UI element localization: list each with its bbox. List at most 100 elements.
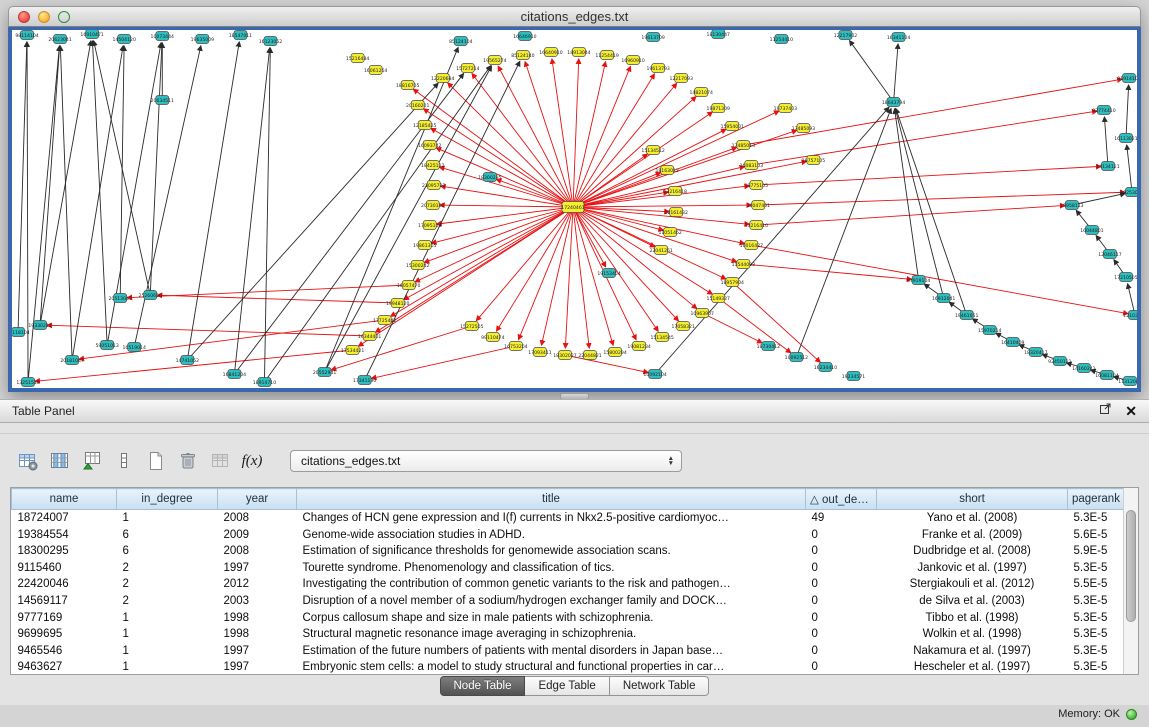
graph-edge[interactable] bbox=[187, 42, 239, 360]
graph-node[interactable]: 17725442 bbox=[373, 316, 396, 325]
graph-edge[interactable] bbox=[525, 62, 573, 207]
graph-node[interactable]: 16519014 bbox=[123, 343, 146, 352]
graph-edge[interactable] bbox=[35, 350, 353, 381]
table-cell[interactable]: 9699695 bbox=[12, 626, 117, 643]
graph-edge[interactable] bbox=[472, 74, 573, 207]
table-cell[interactable]: 9115460 bbox=[12, 560, 117, 577]
graph-node[interactable]: 19861305 bbox=[413, 241, 436, 250]
rename-table-button[interactable] bbox=[208, 448, 232, 474]
table-cell[interactable]: 9465546 bbox=[12, 643, 117, 660]
graph-node[interactable]: 16841204 bbox=[223, 370, 246, 379]
graph-edge[interactable] bbox=[440, 205, 573, 207]
graph-node[interactable]: 17095114 bbox=[418, 221, 441, 230]
table-cell[interactable]: 6 bbox=[117, 527, 218, 544]
table-row[interactable]: 1938455462009Genome-wide association stu… bbox=[12, 527, 1124, 544]
graph-node[interactable]: 20634511 bbox=[151, 96, 174, 105]
graph-node[interactable]: 25260650 bbox=[139, 291, 162, 300]
table-cell[interactable]: 9463627 bbox=[12, 659, 117, 674]
graph-node[interactable]: 22041261 bbox=[649, 246, 672, 255]
graph-node[interactable]: 15727214 bbox=[456, 64, 479, 73]
table-cell[interactable]: de Silva et al. (2003) bbox=[877, 593, 1068, 610]
graph-node[interactable]: 19081234 bbox=[627, 342, 650, 351]
graph-node[interactable]: 18300295 bbox=[478, 173, 501, 182]
graph-edge[interactable] bbox=[565, 207, 573, 348]
table-cell[interactable]: 5.3E-5 bbox=[1068, 626, 1124, 643]
graph-edge[interactable] bbox=[79, 320, 385, 359]
table-cell[interactable]: Investigating the contribution of common… bbox=[297, 576, 806, 593]
table-cell[interactable]: 2008 bbox=[218, 510, 297, 527]
table-cell[interactable]: Embryonic stem cells: a model to study s… bbox=[297, 659, 806, 674]
graph-edge[interactable] bbox=[573, 66, 630, 207]
table-cell[interactable]: 0 bbox=[806, 560, 877, 577]
column-header[interactable]: short bbox=[877, 489, 1068, 510]
graph-edge[interactable] bbox=[264, 48, 270, 382]
graph-node[interactable]: 15970214 bbox=[978, 326, 1001, 335]
table-cell[interactable]: Dudbridge et al. (2008) bbox=[877, 543, 1068, 560]
table-row[interactable]: 977716911998Corpus callosum shape and si… bbox=[12, 610, 1124, 627]
table-cell[interactable]: 5.9E-5 bbox=[1068, 543, 1124, 560]
graph-edge[interactable] bbox=[234, 48, 269, 374]
table-cell[interactable]: Corpus callosum shape and size in male p… bbox=[297, 610, 806, 627]
table-cell[interactable]: 5.3E-5 bbox=[1068, 510, 1124, 527]
table-cell[interactable]: Estimation of significance thresholds fo… bbox=[297, 543, 806, 560]
graph-node[interactable]: 18957904 bbox=[721, 278, 744, 287]
graph-edge[interactable] bbox=[432, 207, 573, 243]
graph-node[interactable]: 19234571 bbox=[842, 372, 865, 381]
graph-node[interactable]: 19635009 bbox=[191, 35, 214, 44]
table-cell[interactable]: 1 bbox=[117, 510, 218, 527]
table-cell[interactable]: Yano et al. (2008) bbox=[877, 510, 1068, 527]
table-cell[interactable]: 0 bbox=[806, 576, 877, 593]
table-cell[interactable]: 5.3E-5 bbox=[1068, 610, 1124, 627]
table-cell[interactable]: Tourette syndrome. Phenomenology and cla… bbox=[297, 560, 806, 577]
graph-node[interactable]: 20160201 bbox=[406, 101, 429, 110]
graph-node[interactable]: 17534421 bbox=[341, 346, 364, 355]
table-row[interactable]: 2242004622012Investigating the contribut… bbox=[12, 576, 1124, 593]
graph-node[interactable]: 20623041 bbox=[48, 35, 71, 44]
table-cell[interactable]: 49 bbox=[806, 510, 877, 527]
table-cell[interactable]: 2 bbox=[117, 593, 218, 610]
graph-node[interactable]: 19153454 bbox=[597, 269, 620, 278]
table-cell[interactable]: 0 bbox=[806, 593, 877, 610]
table-cell[interactable]: 2 bbox=[117, 560, 218, 577]
graph-edge[interactable] bbox=[895, 109, 919, 280]
column-header[interactable]: name bbox=[12, 489, 117, 510]
graph-node[interactable]: 13216410 bbox=[745, 221, 768, 230]
table-cell[interactable]: Changes of HCN gene expression and I(f) … bbox=[297, 510, 806, 527]
graph-edge[interactable] bbox=[702, 313, 762, 343]
graph-node[interactable]: 17093411 bbox=[528, 348, 551, 357]
graph-node[interactable]: 16960910 bbox=[621, 56, 644, 65]
graph-node[interactable]: 15272505 bbox=[460, 322, 483, 331]
graph-edge[interactable] bbox=[573, 205, 751, 207]
graph-edge[interactable] bbox=[150, 43, 162, 295]
table-cell[interactable]: Franke et al. (2009) bbox=[877, 527, 1068, 544]
graph-node[interactable]: 18730412 bbox=[757, 342, 780, 351]
table-vertical-scrollbar[interactable] bbox=[1123, 488, 1138, 674]
graph-node[interactable]: 20552941 bbox=[313, 368, 336, 377]
graph-edge[interactable] bbox=[751, 245, 1128, 314]
graph-edge[interactable] bbox=[743, 79, 1122, 145]
table-cell[interactable]: 19384554 bbox=[12, 527, 117, 544]
table-cell[interactable]: Estimation of the future numbers of pati… bbox=[297, 643, 806, 660]
graph-node[interactable]: 19871309 bbox=[707, 104, 730, 113]
graph-node[interactable]: 16083103 bbox=[740, 161, 763, 170]
graph-edge[interactable] bbox=[441, 186, 573, 207]
column-header[interactable]: title bbox=[297, 489, 806, 510]
graph-node[interactable]: 16047401 bbox=[747, 201, 770, 210]
graph-node[interactable]: 11312043 bbox=[1118, 377, 1137, 386]
graph-edge[interactable] bbox=[496, 179, 573, 207]
table-row[interactable]: 1872400712008Changes of HCN gene express… bbox=[12, 510, 1124, 527]
table-cell[interactable]: 1997 bbox=[218, 643, 297, 660]
row-tools-button[interactable] bbox=[112, 448, 136, 474]
table-cell[interactable]: 5.6E-5 bbox=[1068, 527, 1124, 544]
graph-edge[interactable] bbox=[28, 46, 59, 382]
table-cell[interactable]: 1 bbox=[117, 610, 218, 627]
table-cell[interactable]: 0 bbox=[806, 527, 877, 544]
close-panel-icon[interactable]: ✕ bbox=[1125, 405, 1137, 417]
minimize-window-button[interactable] bbox=[38, 11, 50, 23]
graph-node[interactable]: 15958113 bbox=[1060, 201, 1083, 210]
graph-node[interactable]: 99110474 bbox=[481, 333, 504, 342]
graph-node[interactable]: 14741052 bbox=[176, 356, 199, 365]
graph-node[interactable]: 19253041 bbox=[1120, 188, 1137, 197]
table-cell[interactable]: 2009 bbox=[218, 527, 297, 544]
column-header[interactable]: in_degree bbox=[117, 489, 218, 510]
